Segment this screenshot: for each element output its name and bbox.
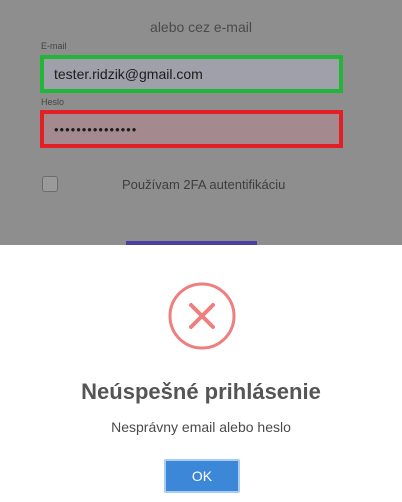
ok-button[interactable]: OK [164,459,240,493]
password-field[interactable]: ••••••••••••••• [40,110,343,148]
email-field[interactable]: tester.ridzik@gmail.com [40,55,343,93]
email-label: E-mail [41,41,67,51]
password-value: ••••••••••••••• [54,121,138,137]
login-form-overlay: alebo cez e-mail E-mail tester.ridzik@gm… [0,0,402,245]
dialog-message: Nesprávny email alebo heslo [111,419,291,435]
twofa-checkbox[interactable] [42,176,58,192]
dialog-title: Neúspešné prihlásenie [81,379,321,404]
twofa-label: Používam 2FA autentifikáciu [122,177,286,192]
error-dialog: Neúspešné prihlásenie Nesprávny email al… [0,245,402,502]
error-x-icon [168,282,236,350]
email-value: tester.ridzik@gmail.com [54,66,203,82]
email-divider-text: alebo cez e-mail [150,19,252,35]
password-label: Heslo [41,97,65,107]
